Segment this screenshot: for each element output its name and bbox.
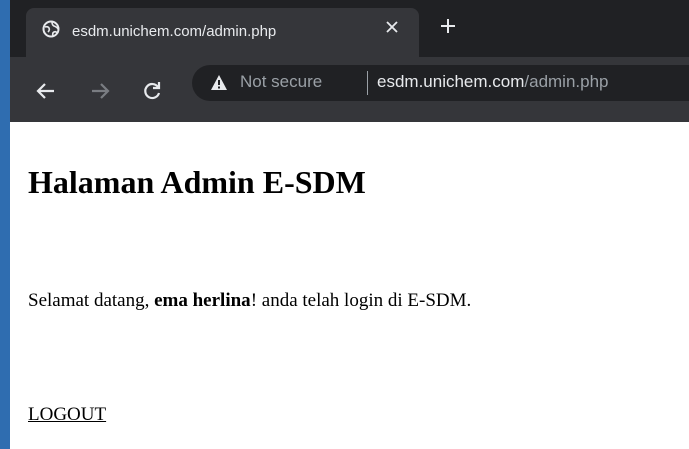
globe-icon — [42, 20, 60, 38]
tab-strip: esdm.unichem.com/admin.php — [10, 0, 689, 57]
username: ema herlina — [154, 290, 251, 311]
welcome-message: Selamat datang, ema herlina! anda telah … — [28, 290, 471, 312]
new-tab-button[interactable] — [435, 13, 461, 39]
tab-active[interactable]: esdm.unichem.com/admin.php — [26, 8, 419, 57]
reload-button[interactable] — [138, 77, 166, 105]
page-title: Halaman Admin E-SDM — [28, 164, 366, 200]
browser-window: esdm.unichem.com/admin.php Not secure es… — [10, 0, 689, 449]
arrow-left-icon — [36, 83, 54, 99]
url-path: /admin.php — [524, 72, 609, 91]
tab-title: esdm.unichem.com/admin.php — [72, 23, 277, 40]
close-icon — [386, 21, 398, 33]
back-button[interactable] — [32, 77, 60, 105]
toolbar: Not secure esdm.unichem.com/admin.php — [10, 57, 689, 122]
forward-button[interactable] — [86, 77, 114, 105]
arrow-right-icon — [92, 83, 110, 99]
url-host: esdm.unichem.com — [377, 72, 525, 91]
url-text[interactable]: esdm.unichem.com/admin.php — [377, 72, 609, 92]
welcome-prefix: Selamat datang, — [28, 290, 155, 311]
welcome-suffix: ! anda telah login di E-SDM. — [250, 290, 472, 311]
security-status[interactable]: Not secure — [240, 72, 322, 92]
plus-icon — [441, 19, 455, 33]
window-edge — [0, 0, 10, 449]
reload-icon — [144, 82, 161, 100]
logout-link[interactable]: LOGOUT — [28, 404, 106, 426]
close-tab-button[interactable] — [381, 16, 403, 38]
omnibox-divider — [367, 71, 368, 95]
warning-icon — [211, 75, 227, 90]
address-bar[interactable]: Not secure esdm.unichem.com/admin.php — [192, 65, 689, 101]
